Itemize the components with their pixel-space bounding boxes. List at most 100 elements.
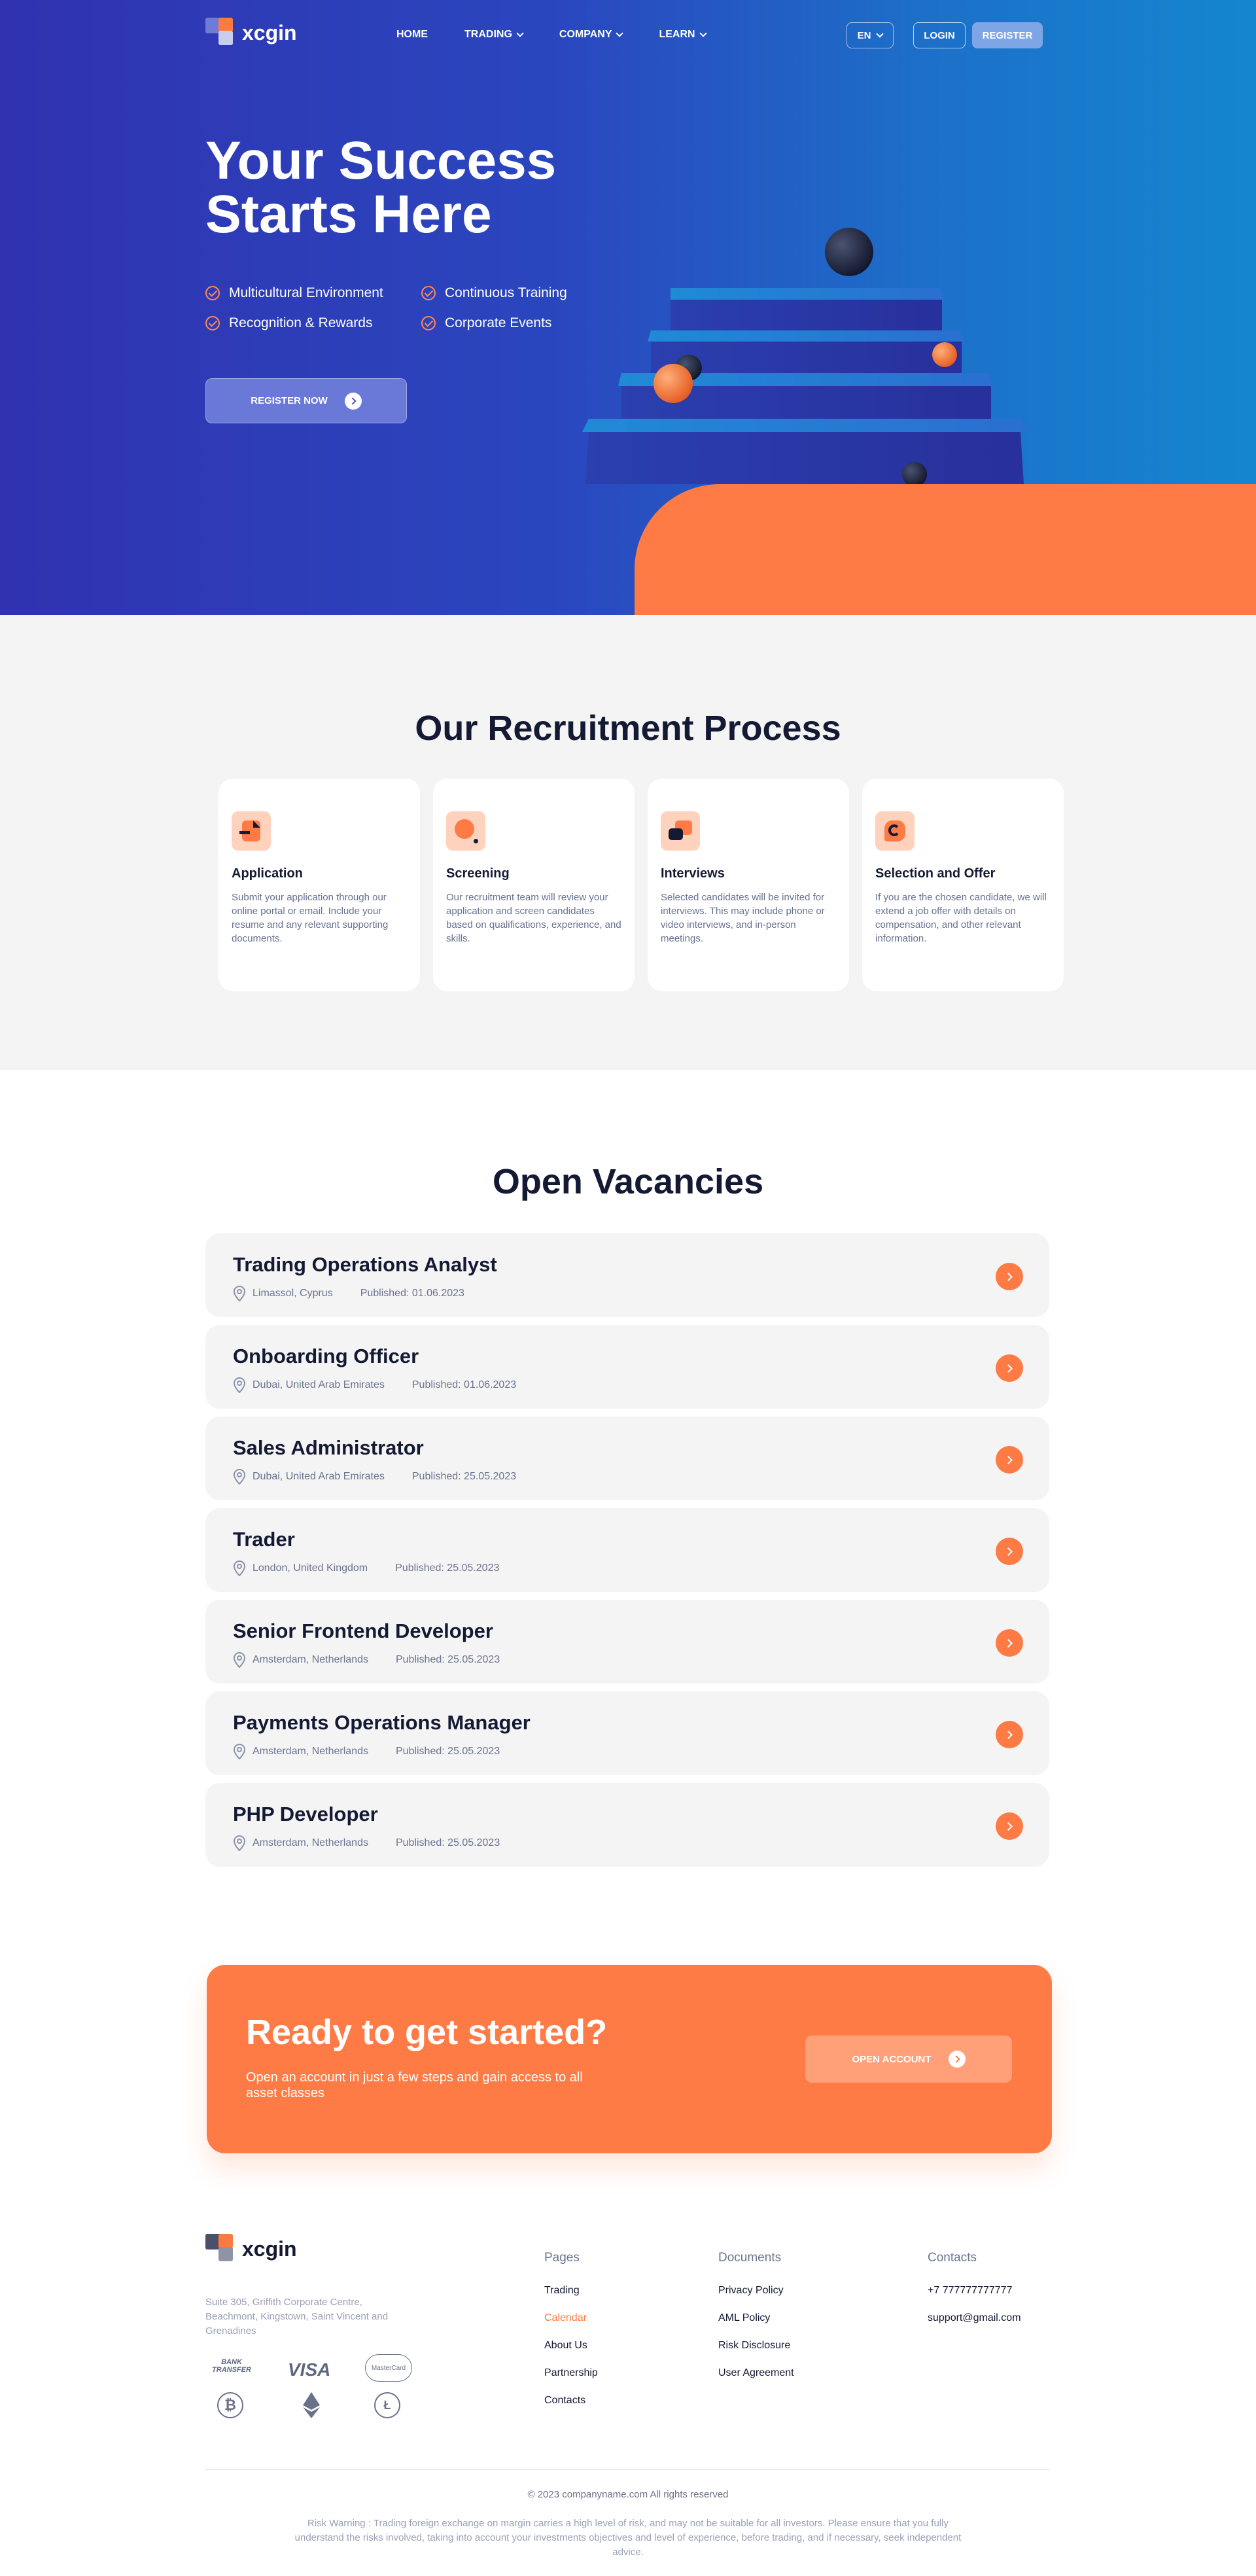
process-card-application: Application Submit your application thro… — [218, 779, 420, 991]
footer-contacts-column: Contacts +7 777777777777 support@gmail.c… — [928, 2251, 1021, 2340]
feature-label: Recognition & Rewards — [229, 315, 373, 330]
vacancy-published: Published: 01.06.2023 — [411, 1379, 517, 1390]
screening-search-icon — [446, 811, 485, 851]
visa-logo: VISA — [288, 2359, 331, 2380]
location-pin-icon — [233, 1561, 246, 1576]
copyright: © 2023 companyname.com All rights reserv… — [527, 2489, 729, 2500]
brand-logo[interactable]: xcgin — [205, 18, 297, 48]
vacancy-location: Amsterdam, Netherlands — [253, 1837, 368, 1848]
vacancy-meta: London, United Kingdom Published: 25.05.… — [233, 1561, 499, 1576]
brand-name: xcgin — [242, 20, 297, 44]
hero-orange-shape — [635, 484, 1256, 615]
footer-logo[interactable]: xcgin — [205, 2234, 297, 2264]
process-step-title: Interviews — [661, 866, 725, 881]
vacancy-published: Published: 01.06.2023 — [360, 1288, 464, 1299]
register-now-button[interactable]: REGISTER NOW — [205, 378, 407, 423]
process-step-title: Screening — [446, 866, 510, 881]
hero-features: Multicultural Environment Continuous Tra… — [205, 285, 618, 331]
process-step-desc: Submit your application through our onli… — [232, 892, 389, 944]
process-step-desc: If you are the chosen candidate, we will… — [875, 892, 1047, 944]
footer-email[interactable]: support@gmail.com — [928, 2312, 1021, 2325]
process-card-interviews: Interviews Selected candidates will be i… — [648, 779, 849, 991]
vacancy-open-button[interactable] — [996, 1446, 1023, 1473]
vacancy-row[interactable]: Onboarding Officer Dubai, United Arab Em… — [205, 1325, 1049, 1409]
nav-trading-label: TRADING — [464, 29, 512, 40]
language-select[interactable]: EN — [846, 22, 894, 48]
ready-banner: Ready to get started? Open an account in… — [207, 1965, 1052, 2153]
vacancy-location: London, United Kingdom — [253, 1562, 368, 1574]
nav-company[interactable]: COMPANY — [559, 29, 624, 41]
ethereum-icon — [298, 2392, 324, 2418]
vacancy-row[interactable]: Sales Administrator Dubai, United Arab E… — [205, 1417, 1049, 1500]
check-circle-icon — [421, 286, 436, 300]
vacancy-location: Limassol, Cyprus — [253, 1288, 333, 1299]
vacancy-title: Onboarding Officer — [233, 1345, 419, 1367]
vacancy-row[interactable]: Trader London, United Kingdom Published:… — [205, 1508, 1049, 1592]
open-account-button[interactable]: OPEN ACCOUNT — [805, 2036, 1012, 2083]
footer-link-privacy-policy[interactable]: Privacy Policy — [718, 2285, 794, 2298]
vacancy-row[interactable]: PHP Developer Amsterdam, Netherlands Pub… — [205, 1783, 1049, 1867]
vacancy-title: Trader — [233, 1528, 295, 1551]
footer-link-contacts[interactable]: Contacts — [544, 2395, 598, 2408]
register-button[interactable]: REGISTER — [972, 22, 1043, 48]
footer-phone[interactable]: +7 777777777777 — [928, 2285, 1021, 2298]
process-step-desc: Our recruitment team will review your ap… — [446, 892, 621, 944]
bank-transfer-logo: BANK TRANSFER — [212, 2358, 251, 2374]
nav-trading[interactable]: TRADING — [464, 29, 524, 41]
process-step-title: Application — [232, 866, 303, 881]
nav-home[interactable]: HOME — [396, 29, 428, 41]
vacancy-published: Published: 25.05.2023 — [395, 1837, 500, 1848]
logo-mark-icon — [205, 18, 236, 48]
vacancy-meta: Limassol, Cyprus Published: 01.06.2023 — [233, 1286, 464, 1301]
vacancy-row[interactable]: Payments Operations Manager Amsterdam, N… — [205, 1691, 1049, 1775]
vacancy-open-button[interactable] — [996, 1629, 1023, 1657]
process-card-screening: Screening Our recruitment team will revi… — [433, 779, 635, 991]
vacancy-title: Senior Frontend Developer — [233, 1619, 493, 1642]
footer-link-aml-policy[interactable]: AML Policy — [718, 2312, 794, 2325]
footer-link-risk-disclosure[interactable]: Risk Disclosure — [718, 2340, 794, 2353]
vacancy-location: Amsterdam, Netherlands — [253, 1746, 368, 1757]
vacancy-published: Published: 25.05.2023 — [411, 1471, 517, 1482]
nav-links: HOME TRADING COMPANY LEARN — [396, 29, 742, 41]
recruitment-process-section: Our Recruitment Process Application Subm… — [0, 615, 1256, 1070]
nav-learn[interactable]: LEARN — [659, 29, 707, 41]
vacancy-open-button[interactable] — [996, 1538, 1023, 1565]
brand-name: xcgin — [242, 2236, 297, 2261]
vacancy-title: Payments Operations Manager — [233, 1711, 531, 1734]
vacancy-title: PHP Developer — [233, 1803, 378, 1826]
vacancy-meta: Amsterdam, Netherlands Published: 25.05.… — [233, 1652, 500, 1668]
top-nav: xcgin HOME TRADING COMPANY LEARN EN LOGI… — [0, 0, 1256, 71]
login-button[interactable]: LOGIN — [913, 22, 966, 48]
register-now-label: REGISTER NOW — [251, 395, 328, 406]
interviews-chat-icon — [661, 811, 700, 851]
vacancy-published: Published: 25.05.2023 — [395, 1562, 500, 1574]
footer-link-partnership[interactable]: Partnership — [544, 2367, 598, 2380]
vacancy-open-button[interactable] — [996, 1263, 1023, 1290]
footer-link-about-us[interactable]: About Us — [544, 2340, 598, 2353]
risk-warning: Risk Warning : Trading foreign exchange … — [294, 2518, 962, 2558]
vacancy-row[interactable]: Trading Operations Analyst Limassol, Cyp… — [205, 1233, 1049, 1317]
feature-label: Corporate Events — [445, 315, 552, 330]
vacancy-meta: Amsterdam, Netherlands Published: 25.05.… — [233, 1744, 500, 1759]
footer-link-trading[interactable]: Trading — [544, 2285, 598, 2298]
language-label: EN — [857, 29, 871, 41]
vacancy-open-button[interactable] — [996, 1812, 1023, 1840]
footer-contacts-heading: Contacts — [928, 2251, 977, 2265]
process-step-title: Selection and Offer — [875, 866, 996, 881]
stairs-illustration — [582, 228, 1027, 487]
vacancy-row[interactable]: Senior Frontend Developer Amsterdam, Net… — [205, 1600, 1049, 1684]
footer-pages-heading: Pages — [544, 2251, 580, 2265]
vacancy-location: Dubai, United Arab Emirates — [253, 1471, 385, 1482]
mastercard-logo: MasterCard — [365, 2354, 412, 2382]
footer-link-calendar[interactable]: Calendar — [544, 2312, 598, 2325]
vacancy-open-button[interactable] — [996, 1354, 1023, 1382]
check-circle-icon — [205, 316, 220, 330]
location-pin-icon — [233, 1469, 246, 1485]
open-account-label: OPEN ACCOUNT — [852, 2053, 932, 2065]
location-pin-icon — [233, 1835, 246, 1851]
vacancy-open-button[interactable] — [996, 1721, 1023, 1748]
footer-link-user-agreement[interactable]: User Agreement — [718, 2367, 794, 2380]
nav-learn-label: LEARN — [659, 29, 695, 40]
feature-item: Multicultural Environment — [205, 285, 421, 301]
logo-mark-icon — [205, 2234, 236, 2264]
